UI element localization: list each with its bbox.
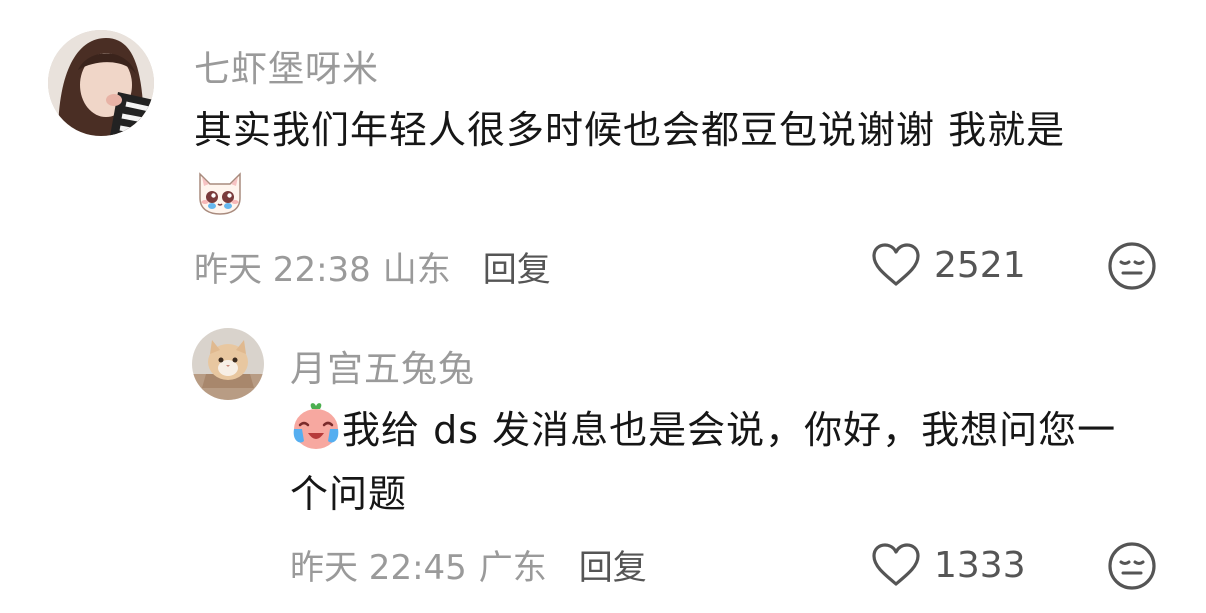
neutral-face-icon xyxy=(1108,542,1156,590)
heart-icon xyxy=(872,243,920,286)
comment-text: 我给 ds 发消息也是会说，你好，我想问您一 个问题 xyxy=(290,400,1170,524)
heart-icon xyxy=(872,543,920,586)
user-avatar[interactable] xyxy=(192,328,264,400)
crying-cat-emoji-icon xyxy=(199,172,241,215)
dislike-button[interactable] xyxy=(1106,240,1158,296)
like-button[interactable]: 2521 xyxy=(870,240,1026,290)
comment-text-line: 其实我们年轻人很多时候也会都豆包说谢谢 我就是 xyxy=(194,108,1066,152)
comment-text-line: 我给 ds 发消息也是会说，你好，我想问您一 xyxy=(290,400,1170,460)
user-avatar[interactable] xyxy=(48,30,154,136)
comment-meta: 昨天 22:45 广东 回复 xyxy=(290,540,647,589)
comment-text-line-1: 我给 ds 发消息也是会说，你好，我想问您一 xyxy=(342,408,1117,452)
comment-location: 广东 xyxy=(478,547,547,588)
emoji-line xyxy=(194,164,1154,230)
comment-time: 昨天 22:38 xyxy=(194,249,371,290)
like-count: 1333 xyxy=(934,544,1026,586)
crying-peach-emoji-icon xyxy=(293,403,339,449)
username[interactable]: 七虾堡呀米 xyxy=(194,40,379,92)
comment-thread: 七虾堡呀米 其实我们年轻人很多时候也会都豆包说谢谢 我就是 昨天 22:38 山… xyxy=(0,0,1206,613)
comment-time: 昨天 22:45 xyxy=(290,547,467,588)
neutral-face-icon xyxy=(1108,242,1156,290)
comment-text: 其实我们年轻人很多时候也会都豆包说谢谢 我就是 xyxy=(194,100,1154,230)
comment-location: 山东 xyxy=(382,249,451,290)
avatar-photo-icon xyxy=(48,30,154,136)
cat-avatar-photo-icon xyxy=(192,328,264,400)
comment-text-line-2: 个问题 xyxy=(290,472,408,516)
username[interactable]: 月宫五兔兔 xyxy=(290,340,475,392)
reply-button[interactable]: 回复 xyxy=(579,540,647,589)
like-button[interactable]: 1333 xyxy=(870,540,1026,590)
like-count: 2521 xyxy=(934,244,1026,286)
reply-button[interactable]: 回复 xyxy=(483,242,551,291)
dislike-button[interactable] xyxy=(1106,540,1158,596)
comment-meta: 昨天 22:38 山东 回复 xyxy=(194,242,551,291)
